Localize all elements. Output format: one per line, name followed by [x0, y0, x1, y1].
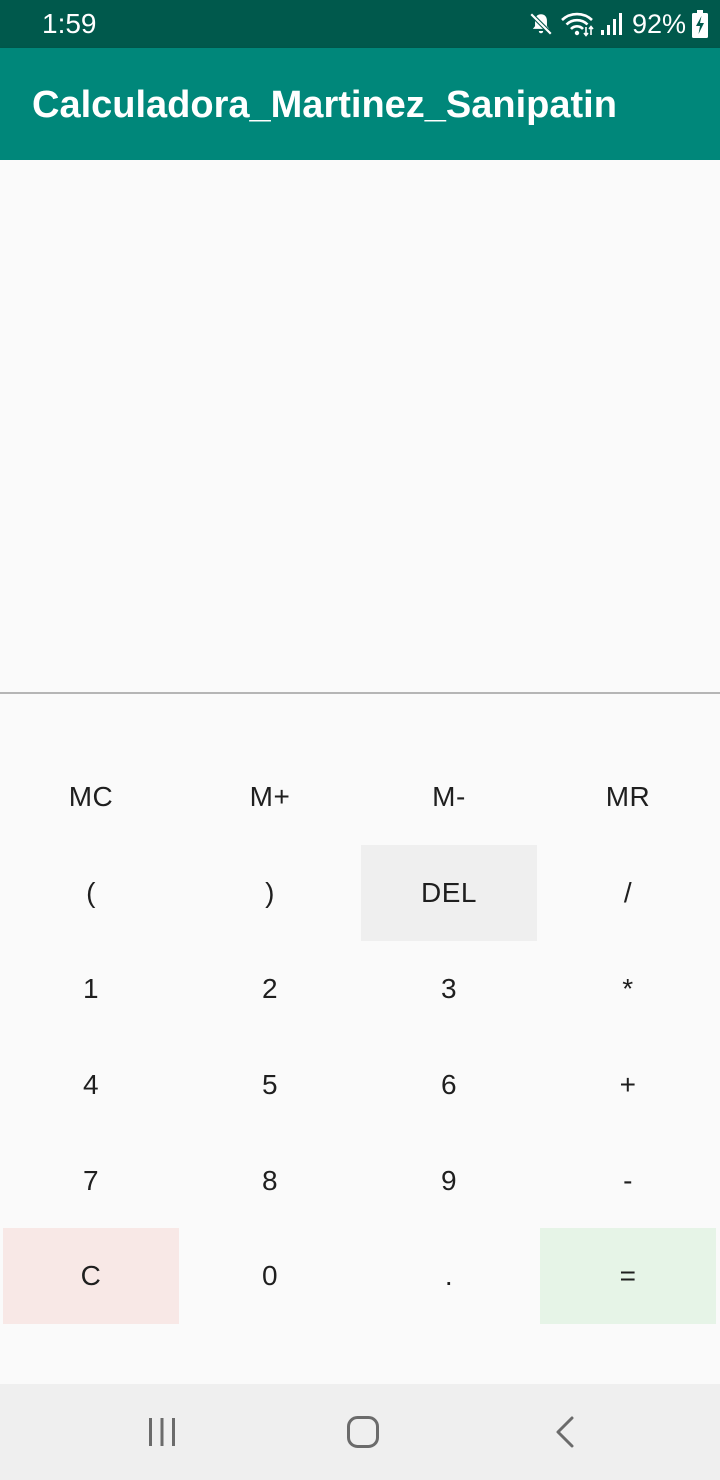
wifi-icon — [560, 11, 594, 37]
app-bar: Calculadora_Martinez_Sanipatin — [0, 48, 720, 160]
decimal-point-button[interactable]: . — [361, 1228, 537, 1324]
status-bar: 1:59 92% — [0, 0, 720, 48]
subtract-button[interactable]: - — [540, 1133, 716, 1229]
equals-button[interactable]: = — [540, 1228, 716, 1324]
recents-icon[interactable] — [134, 1404, 190, 1460]
memory-clear-button[interactable]: MC — [3, 749, 179, 845]
close-paren-button[interactable]: ) — [182, 845, 358, 941]
digit-3-button[interactable]: 3 — [361, 941, 537, 1037]
digit-6-button[interactable]: 6 — [361, 1037, 537, 1133]
back-icon[interactable] — [537, 1404, 593, 1460]
battery-charging-icon — [692, 10, 708, 38]
signal-icon — [600, 11, 624, 37]
digit-5-button[interactable]: 5 — [182, 1037, 358, 1133]
navigation-bar — [0, 1384, 720, 1480]
mute-icon — [528, 11, 554, 37]
memory-subtract-button[interactable]: M- — [361, 749, 537, 845]
display-divider — [0, 692, 720, 694]
multiply-button[interactable]: * — [540, 941, 716, 1037]
open-paren-button[interactable]: ( — [3, 845, 179, 941]
digit-1-button[interactable]: 1 — [3, 941, 179, 1037]
digit-0-button[interactable]: 0 — [182, 1228, 358, 1324]
calculator-screen: 1:59 92% Calculadora_Martinez_Sanipatin … — [0, 0, 720, 1480]
memory-add-button[interactable]: M+ — [182, 749, 358, 845]
status-time: 1:59 — [42, 8, 97, 39]
digit-7-button[interactable]: 7 — [3, 1133, 179, 1229]
digit-8-button[interactable]: 8 — [182, 1133, 358, 1229]
digit-4-button[interactable]: 4 — [3, 1037, 179, 1133]
memory-recall-button[interactable]: MR — [540, 749, 716, 845]
divide-button[interactable]: / — [540, 845, 716, 941]
delete-button[interactable]: DEL — [361, 845, 537, 941]
clear-button[interactable]: C — [3, 1228, 179, 1324]
digit-9-button[interactable]: 9 — [361, 1133, 537, 1229]
status-icons: 92% — [528, 6, 708, 42]
add-button[interactable]: + — [540, 1037, 716, 1133]
battery-percentage: 92% — [631, 9, 686, 39]
app-title: Calculadora_Martinez_Sanipatin — [32, 84, 617, 126]
calculator-display — [0, 160, 720, 692]
digit-2-button[interactable]: 2 — [182, 941, 358, 1037]
home-icon[interactable] — [335, 1404, 391, 1460]
